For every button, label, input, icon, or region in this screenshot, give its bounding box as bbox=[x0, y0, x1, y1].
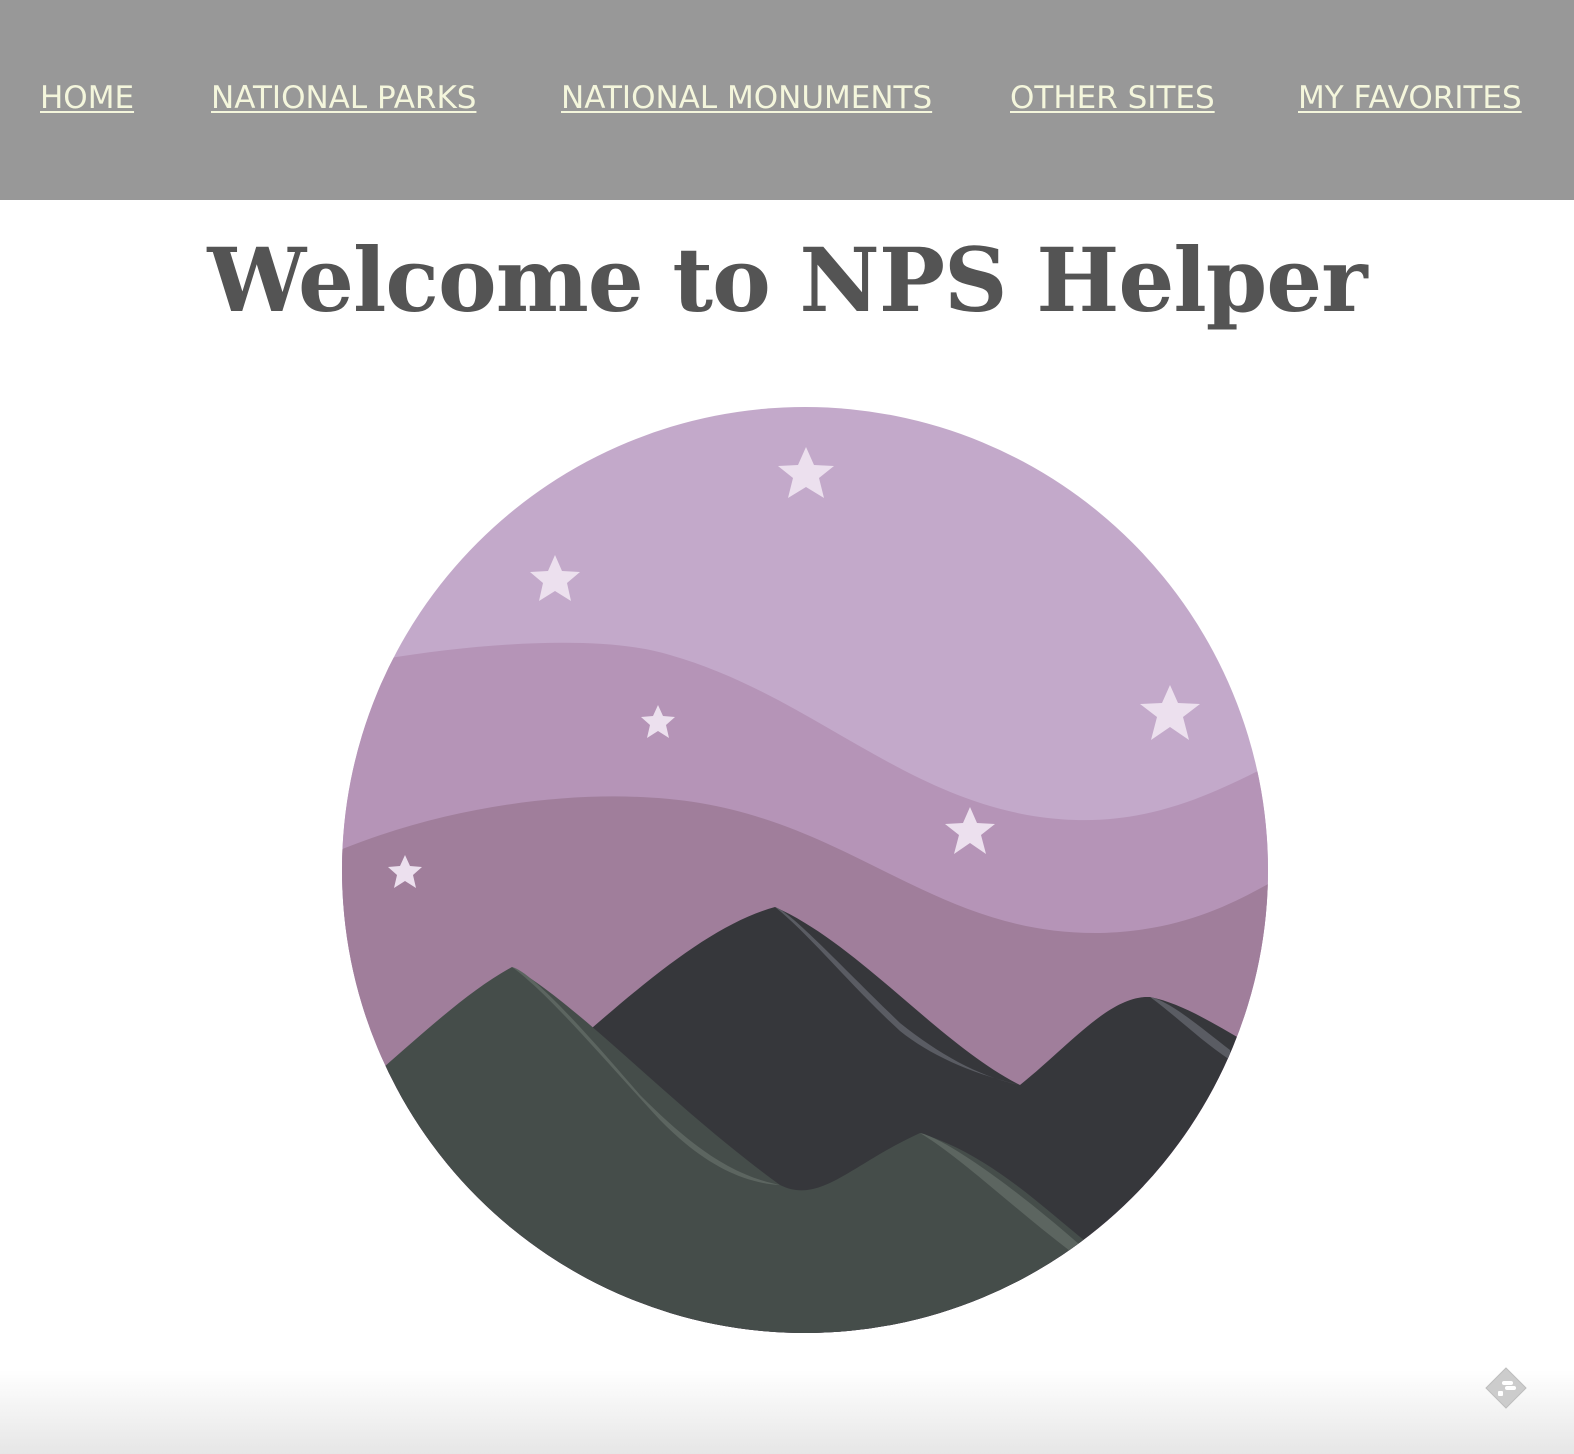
top-navigation-bar: HOME NATIONAL PARKS NATIONAL MONUMENTS O… bbox=[0, 0, 1574, 200]
nav-link-other-sites[interactable]: OTHER SITES bbox=[1010, 80, 1215, 116]
nav-link-national-monuments[interactable]: NATIONAL MONUMENTS bbox=[561, 80, 932, 116]
feedly-icon bbox=[1485, 1367, 1527, 1409]
nav-link-my-favorites[interactable]: MY FAVORITES bbox=[1298, 80, 1522, 116]
hero-illustration bbox=[340, 405, 1270, 1335]
nav-link-home[interactable]: HOME bbox=[40, 80, 134, 116]
bottom-shadow bbox=[0, 1370, 1574, 1454]
page-title: Welcome to NPS Helper bbox=[207, 228, 1367, 332]
night-mountains-illustration-icon bbox=[342, 407, 1268, 1333]
nav-link-national-parks[interactable]: NATIONAL PARKS bbox=[211, 80, 476, 116]
feedly-button[interactable] bbox=[1482, 1364, 1530, 1412]
